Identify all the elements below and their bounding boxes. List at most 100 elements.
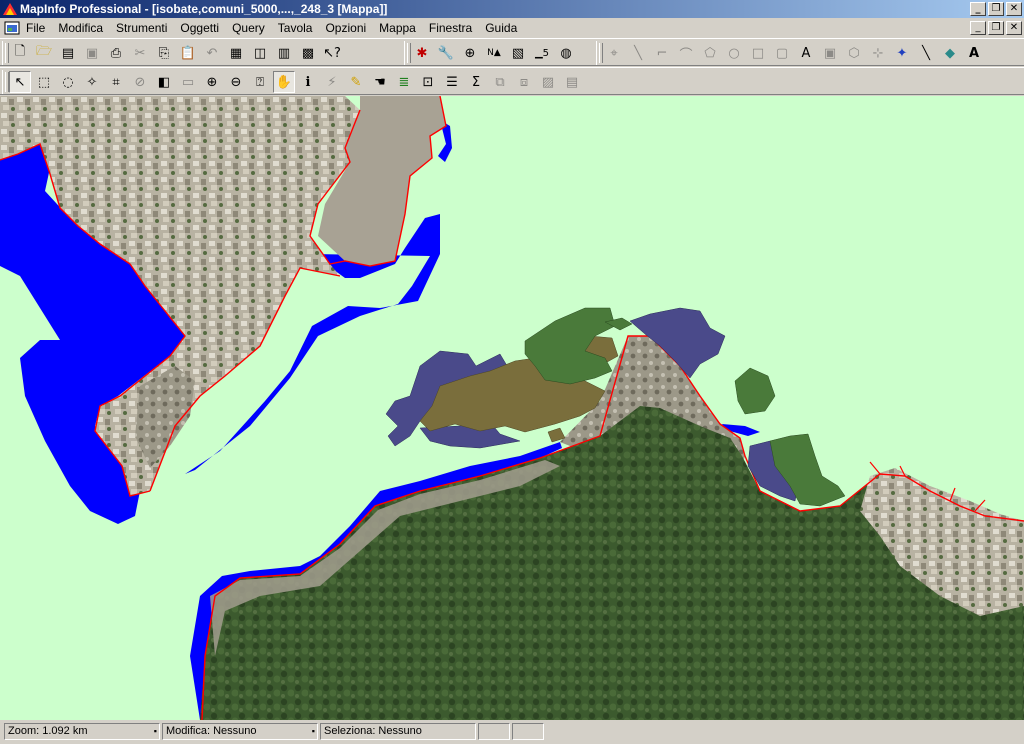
label-tool-icon[interactable]: ✎ bbox=[345, 71, 367, 93]
text-tool-icon[interactable]: A bbox=[795, 42, 817, 64]
menu-guida[interactable]: Guida bbox=[485, 21, 524, 35]
undo-icon[interactable]: ↶ bbox=[201, 42, 223, 64]
graph-select-icon[interactable]: ▭ bbox=[177, 71, 199, 93]
add-node-icon[interactable]: ⊹ bbox=[867, 42, 889, 64]
paste-icon[interactable]: 📋 bbox=[177, 42, 199, 64]
symbol-style-icon[interactable]: ✦ bbox=[891, 42, 913, 64]
menu-mappa[interactable]: Mappa bbox=[379, 21, 423, 35]
copy-icon[interactable]: ⎘ bbox=[153, 42, 175, 64]
polygon-select-icon[interactable]: ✧ bbox=[81, 71, 103, 93]
statistics-icon[interactable]: Σ bbox=[465, 71, 487, 93]
drag-map-icon[interactable]: ☚ bbox=[369, 71, 391, 93]
new-mapper-icon[interactable]: ◫ bbox=[249, 42, 271, 64]
rectangle-tool-icon[interactable]: □ bbox=[747, 42, 769, 64]
legend-icon[interactable]: ☰ bbox=[441, 71, 463, 93]
globe-icon[interactable]: ⊕ bbox=[459, 42, 481, 64]
marquee-select-icon[interactable]: ⬚ bbox=[33, 71, 55, 93]
north-arrow-icon[interactable]: N▲ bbox=[483, 42, 505, 64]
doc-minimize-button[interactable]: _ bbox=[970, 21, 986, 35]
ruler-icon[interactable]: ⊡ bbox=[417, 71, 439, 93]
layer-control-icon[interactable]: ≣ bbox=[393, 71, 415, 93]
close-button[interactable]: ✕ bbox=[1006, 2, 1022, 16]
save-icon[interactable]: ▣ bbox=[81, 42, 103, 64]
new-layout-icon[interactable]: ▩ bbox=[297, 42, 319, 64]
status-extra-1 bbox=[478, 723, 510, 740]
open-workspace-icon[interactable]: ▤ bbox=[57, 42, 79, 64]
edit-status-text: Modifica: Nessuno bbox=[166, 725, 257, 737]
menu-tavola[interactable]: Tavola bbox=[278, 21, 320, 35]
menu-query[interactable]: Query bbox=[232, 21, 272, 35]
map-window[interactable] bbox=[0, 96, 1024, 720]
help-pointer-icon[interactable]: ↖? bbox=[321, 42, 343, 64]
doc-restore-button[interactable]: ❐ bbox=[988, 21, 1004, 35]
menu-strumenti[interactable]: Strumenti bbox=[116, 21, 174, 35]
mapinfo-logo-icon bbox=[3, 3, 17, 15]
text-style-icon[interactable]: A bbox=[963, 42, 985, 64]
tools-toolbar-group: ✱ 🔧 ⊕ N▲ ▧ ▁5 ◍ bbox=[404, 41, 579, 65]
window-title: MapInfo Professional - [isobate,comuni_5… bbox=[20, 2, 388, 16]
show-cartographic-legend-icon[interactable]: ▤ bbox=[561, 71, 583, 93]
invert-selection-icon[interactable]: ◧ bbox=[153, 71, 175, 93]
map-document-icon[interactable] bbox=[4, 20, 20, 36]
clip-region-icon[interactable]: ⧉ bbox=[489, 71, 511, 93]
zoom-status-text: Zoom: 1.092 km bbox=[8, 725, 88, 737]
frame-tool-icon[interactable]: ▣ bbox=[819, 42, 841, 64]
reshape-icon[interactable]: ⬡ bbox=[843, 42, 865, 64]
symbol-tool-icon[interactable]: ⌖ bbox=[603, 42, 625, 64]
line-style-icon[interactable]: ╲ bbox=[915, 42, 937, 64]
hotlink-icon[interactable]: ⚡ bbox=[321, 71, 343, 93]
new-browser-icon[interactable]: ▦ bbox=[225, 42, 247, 64]
wrench-icon[interactable]: 🔧 bbox=[435, 42, 457, 64]
scale-bar-icon[interactable]: ▁5 bbox=[531, 42, 553, 64]
edit-status[interactable]: Modifica: Nessuno ▪ bbox=[162, 723, 318, 740]
info-tool-icon[interactable]: i bbox=[297, 71, 319, 93]
zoom-in-icon[interactable]: ⊕ bbox=[201, 71, 223, 93]
minimize-button[interactable]: _ bbox=[970, 2, 986, 16]
change-view-icon[interactable]: ⍰ bbox=[249, 71, 271, 93]
zoom-status[interactable]: Zoom: 1.092 km ▪ bbox=[4, 723, 160, 740]
set-target-icon[interactable]: ⧈ bbox=[513, 71, 535, 93]
selection-status[interactable]: Seleziona: Nessuno bbox=[320, 723, 476, 740]
polyline-tool-icon[interactable]: ⌐ bbox=[651, 42, 673, 64]
map-catalog-icon[interactable]: ▧ bbox=[507, 42, 529, 64]
map-canvas[interactable] bbox=[0, 96, 1024, 720]
doc-close-button[interactable]: ✕ bbox=[1006, 21, 1022, 35]
restore-button[interactable]: ❐ bbox=[988, 2, 1004, 16]
file-toolbar-group: 🗋 🗁 ▤ ▣ ⎙ ✂ ⎘ 📋 ↶ ▦ ◫ ▥ ▩ ↖? bbox=[2, 41, 345, 65]
polygon-tool-icon[interactable]: ⬠ bbox=[699, 42, 721, 64]
print-icon[interactable]: ⎙ bbox=[105, 42, 127, 64]
show-theme-legend-icon[interactable]: ▨ bbox=[537, 71, 559, 93]
drawing-toolbar-group: ⌖ ╲ ⌐ ⌒ ⬠ ○ □ ▢ A ▣ ⬡ ⊹ ✦ ╲ ◆ A bbox=[596, 41, 987, 65]
menu-file[interactable]: File bbox=[26, 21, 52, 35]
region-style-icon[interactable]: ◆ bbox=[939, 42, 961, 64]
selection-toolbar-group: ↖ ⬚ ◌ ✧ ⌗ ⊘ ◧ ▭ ⊕ ⊖ ⍰ ✋ i ⚡ ✎ ☚ ≣ ⊡ ☰ Σ … bbox=[2, 70, 585, 94]
ellipse-tool-icon[interactable]: ○ bbox=[723, 42, 745, 64]
rounded-rectangle-tool-icon[interactable]: ▢ bbox=[771, 42, 793, 64]
title-bar: MapInfo Professional - [isobate,comuni_5… bbox=[0, 0, 1024, 18]
menu-finestra[interactable]: Finestra bbox=[429, 21, 479, 35]
selection-status-text: Seleziona: Nessuno bbox=[324, 725, 422, 737]
main-toolbar: ↖ ⬚ ◌ ✧ ⌗ ⊘ ◧ ▭ ⊕ ⊖ ⍰ ✋ i ⚡ ✎ ☚ ≣ ⊡ ☰ Σ … bbox=[0, 67, 1024, 95]
habitat-green-east[interactable] bbox=[734, 367, 776, 415]
open-folder-icon[interactable]: 🗁 bbox=[33, 42, 55, 64]
arc-tool-icon[interactable]: ⌒ bbox=[675, 42, 697, 64]
line-tool-icon[interactable]: ╲ bbox=[627, 42, 649, 64]
standard-toolbar: 🗋 🗁 ▤ ▣ ⎙ ✂ ⎘ 📋 ↶ ▦ ◫ ▥ ▩ ↖? ✱ 🔧 ⊕ N▲ ▧ … bbox=[0, 38, 1024, 66]
status-extra-2 bbox=[512, 723, 544, 740]
zoom-out-icon[interactable]: ⊖ bbox=[225, 71, 247, 93]
run-tool-icon[interactable]: ✱ bbox=[411, 42, 433, 64]
dropdown-arrow-icon: ▪ bbox=[153, 726, 157, 736]
unselect-all-icon[interactable]: ⊘ bbox=[129, 71, 151, 93]
menu-opzioni[interactable]: Opzioni bbox=[325, 21, 373, 35]
select-arrow-icon[interactable]: ↖ bbox=[9, 71, 31, 93]
cut-icon[interactable]: ✂ bbox=[129, 42, 151, 64]
world-icon[interactable]: ◍ bbox=[555, 42, 577, 64]
radius-select-icon[interactable]: ◌ bbox=[57, 71, 79, 93]
dropdown-arrow-icon: ▪ bbox=[311, 726, 315, 736]
menu-modifica[interactable]: Modifica bbox=[58, 21, 110, 35]
new-grapher-icon[interactable]: ▥ bbox=[273, 42, 295, 64]
grabber-hand-icon[interactable]: ✋ bbox=[273, 71, 295, 93]
boundary-select-icon[interactable]: ⌗ bbox=[105, 71, 127, 93]
new-file-icon[interactable]: 🗋 bbox=[9, 42, 31, 64]
menu-oggetti[interactable]: Oggetti bbox=[180, 21, 226, 35]
